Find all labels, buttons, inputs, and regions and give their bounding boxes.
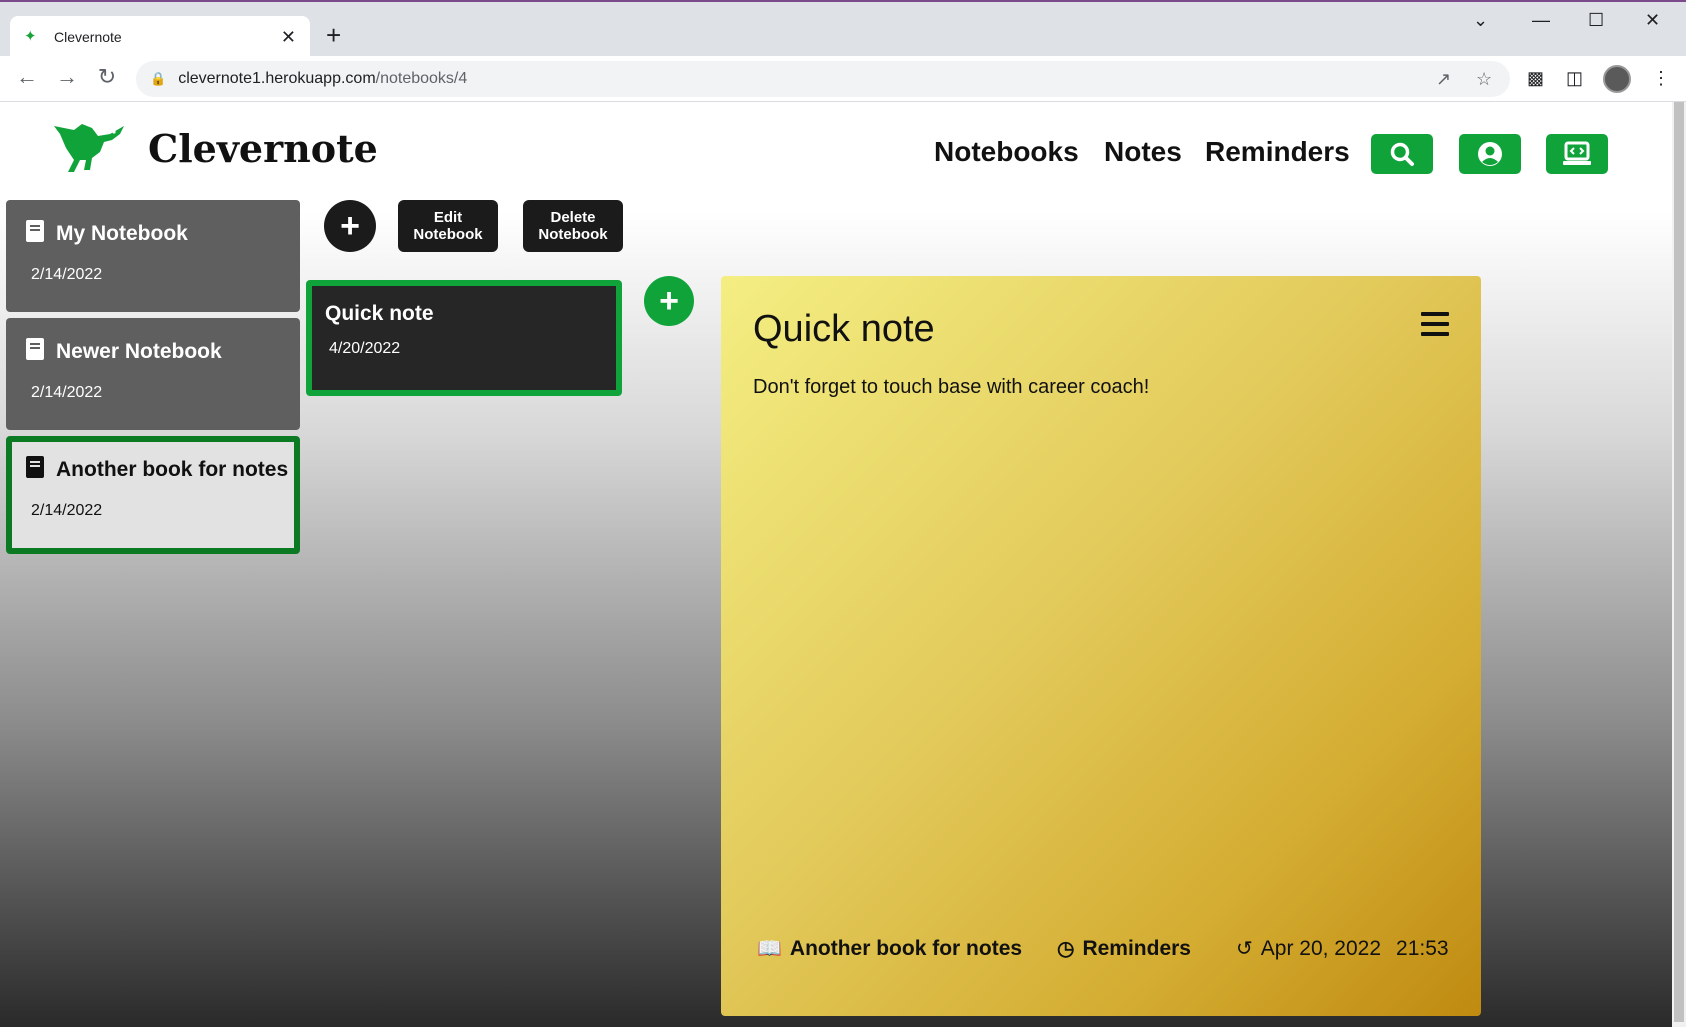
note-timestamp: ↺ Apr 20, 2022 21:53 (1236, 936, 1449, 961)
notebook-title: Another book for notes (56, 458, 289, 481)
note-notebook-link[interactable]: 📖 Another book for notes (757, 936, 1022, 961)
add-note-button[interactable]: + (644, 276, 694, 326)
address-bar[interactable]: 🔒 clevernote1.herokuapp.com/notebooks/4 (136, 61, 1510, 97)
laptop-code-icon (1563, 141, 1591, 165)
side-panel-icon[interactable]: ◫ (1566, 68, 1583, 89)
note-reminders-link[interactable]: ◷ Reminders (1057, 936, 1191, 961)
bookmark-star-icon[interactable]: ☆ (1476, 69, 1492, 90)
plus-icon: + (340, 207, 360, 245)
browser-tab[interactable]: ✦ Clevernote ✕ (10, 16, 310, 58)
delete-notebook-button[interactable]: Delete Notebook (523, 200, 623, 252)
profile-avatar[interactable] (1603, 65, 1631, 93)
maximize-icon[interactable]: ☐ (1588, 10, 1604, 31)
share-icon[interactable]: ↗ (1436, 69, 1451, 90)
note-date: Apr 20, 2022 (1260, 936, 1382, 960)
menu-kebab-icon[interactable]: ⋮ (1652, 68, 1670, 89)
app-page: Clevernote Notebooks Notes Reminders My … (0, 102, 1672, 1027)
note-item-title: Quick note (325, 302, 434, 325)
page-scrollbar[interactable] (1672, 102, 1686, 1027)
notebook-item[interactable]: Newer Notebook 2/14/2022 (6, 318, 300, 430)
search-button[interactable] (1371, 134, 1433, 174)
lock-icon[interactable]: 🔒 (150, 71, 166, 87)
history-icon: ↺ (1236, 938, 1253, 960)
account-button[interactable] (1459, 134, 1521, 174)
url-text: clevernote1.herokuapp.com/notebooks/4 (178, 70, 468, 87)
nav-notes-link[interactable]: Notes (1104, 136, 1182, 168)
dinosaur-favicon-icon: ✦ (24, 28, 37, 45)
browser-toolbar: ← → ↻ 🔒 clevernote1.herokuapp.com/notebo… (0, 56, 1686, 102)
notebook-icon (26, 220, 44, 242)
back-icon[interactable]: ← (12, 64, 42, 90)
note-notebook-name: Another book for notes (789, 936, 1023, 960)
extensions-puzzle-icon[interactable]: ▩ (1527, 68, 1544, 89)
dinosaur-logo-icon[interactable] (52, 120, 128, 174)
brand-name[interactable]: Clevernote (148, 126, 378, 171)
add-notebook-button[interactable]: + (324, 200, 376, 252)
notebook-item-active[interactable]: Another book for notes 2/14/2022 (6, 436, 300, 554)
close-window-icon[interactable]: ✕ (1645, 10, 1660, 31)
minimize-icon[interactable]: — (1532, 10, 1550, 31)
notebook-icon (26, 456, 44, 478)
forward-icon[interactable]: → (52, 64, 82, 90)
new-tab-icon[interactable]: + (326, 20, 341, 50)
nav-reminders-link[interactable]: Reminders (1205, 136, 1350, 168)
notebook-date: 2/14/2022 (31, 502, 103, 519)
hamburger-menu-icon[interactable] (1421, 312, 1449, 336)
nav-notebooks-link[interactable]: Notebooks (934, 136, 1079, 168)
scrollbar-thumb[interactable] (1674, 102, 1684, 1022)
demo-laptop-button[interactable] (1546, 134, 1608, 174)
notebook-date: 2/14/2022 (31, 384, 103, 401)
open-book-icon: 📖 (757, 938, 782, 960)
note-time: 21:53 (1396, 936, 1449, 960)
note-item-active[interactable]: Quick note 4/20/2022 (306, 280, 622, 396)
tab-search-chevron-icon[interactable]: ⌄ (1473, 10, 1488, 31)
tab-title: Clevernote (54, 29, 122, 45)
notebook-icon (26, 338, 44, 360)
note-reminders-label: Reminders (1082, 936, 1191, 960)
reload-icon[interactable]: ↻ (92, 64, 122, 90)
user-circle-icon (1478, 142, 1502, 166)
notebook-date: 2/14/2022 (31, 266, 103, 283)
note-item-date: 4/20/2022 (329, 340, 401, 357)
note-editor[interactable]: Quick note Don't forget to touch base wi… (721, 276, 1481, 1016)
notebook-title: Newer Notebook (56, 340, 222, 363)
note-body[interactable]: Don't forget to touch base with career c… (753, 376, 1149, 399)
browser-tab-strip: ✦ Clevernote ✕ + ⌄ — ☐ ✕ (0, 0, 1686, 58)
plus-icon: + (659, 282, 679, 320)
note-title[interactable]: Quick note (753, 308, 935, 351)
search-icon (1390, 142, 1414, 166)
clock-icon: ◷ (1057, 938, 1075, 960)
edit-notebook-button[interactable]: Edit Notebook (398, 200, 498, 252)
close-tab-icon[interactable]: ✕ (281, 27, 296, 48)
notebook-item[interactable]: My Notebook 2/14/2022 (6, 200, 300, 312)
notebook-title: My Notebook (56, 222, 188, 245)
